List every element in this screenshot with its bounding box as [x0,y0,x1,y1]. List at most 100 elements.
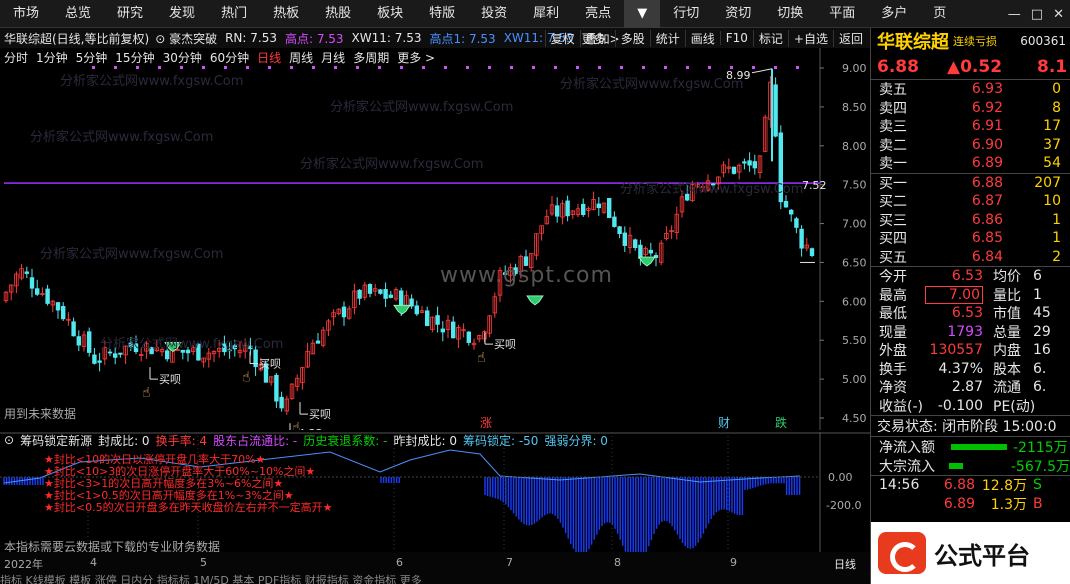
stat-value: 6. [1033,379,1047,396]
period-tab[interactable]: 15分钟 [111,49,158,66]
mark-button[interactable]: 标记 [752,29,788,47]
maximize-icon[interactable]: □ [1031,7,1043,22]
menu-invest[interactable]: 投资 [468,0,520,28]
price-tick-label: 7.50 [842,179,867,192]
period-tab[interactable]: 60分钟 [206,49,253,66]
ask-price: 6.91 [971,118,1003,135]
window-controls: — □ ✕ [1008,0,1064,28]
menu-dropdown[interactable]: ▼ [624,0,661,28]
menu-sector[interactable]: 板块 [364,0,416,28]
trade-state: 交易状态: 闭市阶段 15:00:0 [877,419,1057,435]
period-tab[interactable]: 分时 [0,49,32,66]
net-inflow-value: -2115万 [1013,439,1068,456]
menu-hot[interactable]: 热门 [208,0,260,28]
candle-body [742,161,747,164]
period-tab-active[interactable]: 日线 [253,49,285,66]
stat-value: 6 [1033,268,1042,285]
candle-body [752,161,757,169]
signal-dot [312,66,315,69]
candle-body [414,305,419,315]
candle-body [118,352,123,355]
watermark: 分析家公式网www.fxgsw.Com [30,130,214,145]
signal-dot [224,66,227,69]
ask-row: 卖二 6.90 37 [871,136,1070,155]
stat-value: 130557 [929,342,983,359]
period-tab[interactable]: 更多 > [393,49,439,66]
bid-row: 买二 6.87 10 [871,192,1070,211]
kline-chart[interactable]: 9.00 8.50 8.00 7.50 7.00 6.50 6.00 5.50 5.00 4.50… [0,48,870,440]
ask-volume: 17 [1043,118,1061,135]
watermark: 分析家公式网www.fxgsw.Com [330,100,514,115]
price-tick-label: 4.50 [842,412,867,425]
indicator-collapse-icon[interactable]: ⊙ [4,433,14,447]
candle-body [97,360,102,363]
candle-body [799,228,804,249]
menu-discover[interactable]: 发现 [156,0,208,28]
menu-capital-switch[interactable]: 资切 [712,0,764,28]
indicator-chart[interactable]: 0.00 -200.0 ★封比<10的次日以涨停开盘几率大于70%★ ★封比<10… [0,432,870,565]
menu-row-switch[interactable]: 行切 [660,0,712,28]
back-button[interactable]: 返回 [832,29,868,47]
candle-body [440,328,445,333]
bid-label: 买二 [879,194,907,211]
period-tab[interactable]: 周线 [285,49,317,66]
period-tab[interactable]: 月线 [317,49,349,66]
menu-highlight[interactable]: 亮点 [572,0,624,28]
menu-overview[interactable]: 总览 [52,0,104,28]
candle-body [617,226,622,234]
f10-button[interactable]: F10 [719,31,753,45]
minimize-icon[interactable]: — [1008,7,1021,22]
event-marker: 跌 [775,415,787,430]
bid-price: 6.86 [971,211,1003,228]
candle-body [789,209,794,215]
signal-dot [752,66,755,69]
period-tab[interactable]: 5分钟 [72,49,112,66]
menu-hot-stock[interactable]: 热股 [312,0,364,28]
bid-label: 买四 [879,231,907,248]
indicator-title[interactable]: 筹码锁定新源 [20,432,92,449]
indicator-selector[interactable]: ⊙ 豪杰突破 [155,30,217,47]
signal-dot [466,66,469,69]
stat-label: 股本 [993,361,1021,378]
candle-body [29,277,35,289]
adjust-button[interactable]: 复权 [544,29,580,47]
buy-signal-label: 买呗 [494,338,516,351]
signal-dot [708,66,711,69]
price-change-pct: 8.1 [1037,56,1068,77]
menu-research[interactable]: 研究 [104,0,156,28]
menu-flat[interactable]: 平面 [816,0,868,28]
signal-dot [246,66,249,69]
buy-signal-label: 买呗 [309,408,331,421]
ask-volume: 54 [1043,155,1061,172]
period-tab[interactable]: 多周期 [349,49,393,66]
period-tab[interactable]: 1分钟 [32,49,72,66]
bid-price: 6.84 [971,248,1003,265]
menu-page[interactable]: 页 [920,0,959,28]
menu-sharp[interactable]: 犀利 [520,0,572,28]
overlay-button[interactable]: 叠加 [579,29,615,47]
menu-multi-account[interactable]: 多户 [868,0,920,28]
close-icon[interactable]: ✕ [1053,7,1064,22]
menu-special[interactable]: 特版 [416,0,468,28]
stat-label: 净资 [879,380,907,397]
ask-row: 卖五 6.93 0 [871,80,1070,99]
multi-stock-button[interactable]: 多股 [614,29,650,47]
candle-body [279,396,284,409]
turnover-value: 换手率: 4 [155,433,208,448]
tick-volume: 1.3万 [990,496,1027,513]
signal-dot [532,66,535,69]
menu-market[interactable]: 市场 [0,0,52,28]
stat-value: 4.37% [938,360,983,377]
period-tab-bottom[interactable]: 日线 [834,556,856,572]
signal-dot [686,66,689,69]
draw-button[interactable]: 画线 [684,29,720,47]
bottom-tabs[interactable]: 指标 K线模板 模板 涨停 日内分 指标标 1M/5D 基本 PDF指标 财报指… [0,572,422,584]
indicator-header: ⊙ 筹码锁定新源 封成比: 0 换手率: 4 股东占流通比: - 历史衰退系数:… [0,432,614,448]
big-inflow-value: -567.5万 [1010,458,1070,475]
add-watchlist-button[interactable]: +自选 [787,29,833,47]
toolbar-buttons: 复权 叠加 多股 统计 画线 F10 标记 +自选 返回 [544,28,868,48]
period-tab[interactable]: 30分钟 [159,49,206,66]
menu-hot-board[interactable]: 热板 [260,0,312,28]
stats-button[interactable]: 统计 [649,29,685,47]
menu-switch[interactable]: 切换 [764,0,816,28]
